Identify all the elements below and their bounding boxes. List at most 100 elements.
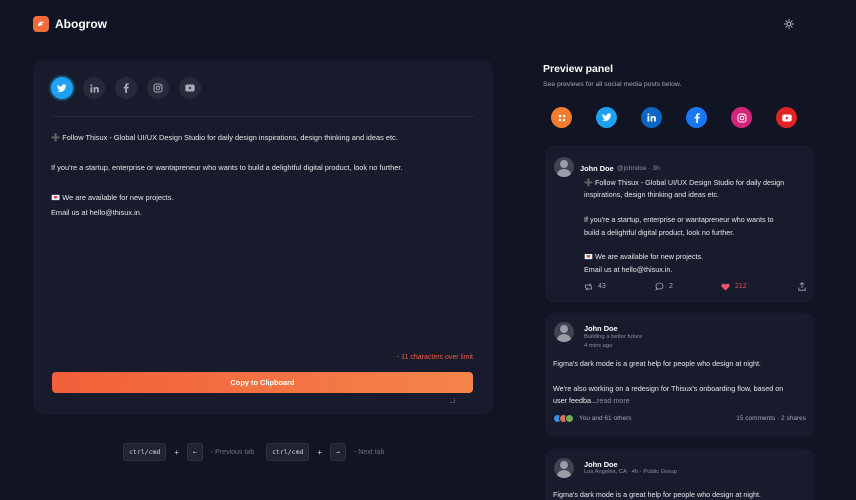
plus-sign: + [317,447,323,457]
read-more-link[interactable]: read more [597,396,630,405]
network-tabs [51,77,201,99]
linkedin-icon [89,83,99,93]
post-line [51,145,475,160]
ctrl-cmd-key: ctrl/cmd [123,443,167,461]
tweet-body: ➕ Follow Thisux - Global UI/UX Design St… [584,177,812,276]
retweet-count: 43 [598,283,606,290]
previous-tab-hint: - Previous tab [210,448,255,456]
reply-action[interactable]: 2 [655,282,721,291]
tweet-line: 💌 We are available for new projects. [584,252,704,262]
linkedin-reactions: You and 61 others 15 comments · 2 shares [553,414,806,423]
avatar [554,322,574,342]
right-arrow-key: → [330,443,346,461]
copy-to-clipboard-button[interactable]: Copy to Clipboard [52,372,473,393]
youtube-icon [185,84,195,92]
facebook-icon [694,112,700,123]
facebook-preview-card: John Doe Los Angeles, CA · 4h · Public G… [545,449,814,500]
facebook-icon [123,83,129,93]
celebrate-reaction-icon [565,414,574,423]
reaction-icons [553,414,574,423]
author-tagline: Building a better future [584,334,643,340]
left-arrow-key: ← [186,443,203,461]
youtube-icon [781,114,792,121]
facebook-body: Figma's dark mode is a great help for pe… [553,489,811,500]
linkedin-body: Figma's dark mode is a great help for pe… [553,358,811,408]
abogrow-logo-icon[interactable] [33,16,49,32]
plus-sign: + [174,447,179,457]
theme-toggle-button[interactable] [779,14,799,34]
author-name: John Doe [584,460,618,469]
post-line: ➕ Follow Thisux - Global UI/UX Design St… [51,133,398,142]
preview-panel-subtitle: See previews for all social media posts … [543,81,682,88]
tweet-line: inspirations, design thinking and ideas … [584,190,720,200]
preview-filter-facebook[interactable] [686,107,707,128]
tweet-actions: 43 2 212 [584,282,806,291]
heart-icon [721,283,730,290]
post-line: Figma's dark mode is a great help for pe… [553,359,761,368]
tab-instagram[interactable] [147,77,169,99]
tweet-line: build a delightful digital product, look… [584,227,735,237]
post-line: We're also working on a redesign for Thi… [553,383,784,393]
composer-divider [51,116,475,117]
author-name: John Doe [584,324,618,333]
post-line [553,370,811,382]
share-icon [798,282,806,291]
tweet-line: ➕ Follow Thisux - Global UI/UX Design St… [584,178,785,187]
tab-linkedin[interactable] [83,77,105,99]
tweet-line [584,202,812,214]
twitter-icon [57,83,67,92]
reply-count: 2 [669,283,673,290]
linkedin-preview-card: John Doe Building a better future 4 mins… [545,313,814,437]
tweet-line: Email us at hello@thisux.in. [584,264,673,274]
post-line: Figma's dark mode is a great help for pe… [553,490,761,499]
composer-card: ➕ Follow Thisux - Global UI/UX Design St… [33,60,493,414]
preview-panel-title: Preview panel [543,63,614,75]
post-line: Email us at hello@thisux.in. [51,208,142,217]
avatar [554,458,574,478]
grid-icon [558,114,565,121]
preview-filter-youtube[interactable] [776,107,797,128]
sun-icon [784,19,794,29]
engagement-stats[interactable]: 15 comments · 2 shares [736,415,806,422]
truncated-text: user feedba... [553,396,597,406]
like-count: 212 [735,283,747,290]
resize-handle[interactable] [450,398,455,403]
tab-youtube[interactable] [179,77,201,99]
twitter-preview-card: John Doe @johndoe · 3h ➕ Follow Thisux -… [545,146,814,302]
next-tab-hint: - Next tab [354,448,385,456]
post-line [51,175,475,190]
preview-network-filter [551,107,797,128]
post-time: 4 mins ago [584,343,613,349]
character-limit-warning: - 11 characters over limit [396,354,473,361]
top-bar: Abogrow [0,0,856,48]
separator: · [648,164,651,172]
post-line: If you're a startup, enterprise or wanta… [51,163,403,172]
instagram-icon [737,113,746,122]
preview-filter-twitter[interactable] [596,107,617,128]
tab-facebook[interactable] [115,77,137,99]
retweet-icon [585,282,592,291]
location: Los Angeles, CA [584,469,627,475]
ctrl-cmd-key: ctrl/cmd [266,443,310,461]
avatar [554,157,574,177]
tab-twitter[interactable] [51,77,73,99]
reaction-summary[interactable]: You and 61 others [579,415,632,422]
audience: Public Group [643,469,677,475]
retweet-action[interactable]: 43 [584,282,655,291]
preview-filter-instagram[interactable] [731,107,752,128]
preview-filter-linkedin[interactable] [641,107,662,128]
post-time: 3h [652,164,660,172]
keyboard-shortcuts: ctrl/cmd + ← - Previous tab ctrl/cmd + →… [123,443,384,461]
tweet-line [584,239,812,251]
twitter-icon [601,113,612,122]
linkedin-icon [647,113,656,122]
tweet-line: If you're a startup, enterprise or wanta… [584,215,774,225]
like-action[interactable]: 212 [721,283,793,291]
preview-filter-all[interactable] [551,107,572,128]
author-handle: @johndoe · 3h [617,165,660,172]
share-action[interactable] [798,282,806,291]
post-time: 4h [631,469,639,475]
instagram-icon [153,83,163,93]
post-meta: Los Angeles, CA · 4h · Public Group [584,469,677,475]
post-line: 💌 We are available for new projects. [51,193,174,202]
